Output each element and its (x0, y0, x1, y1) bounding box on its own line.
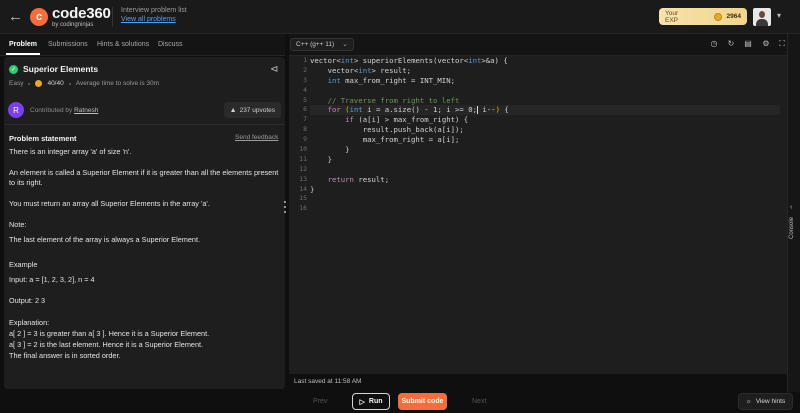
console-label[interactable]: Console (789, 217, 795, 239)
settings-gear-icon[interactable]: ⚙ (761, 39, 771, 49)
language-select[interactable]: C++ (g++ 11) ⌄ (290, 38, 354, 51)
avg-time: Average time to solve is 30m (75, 80, 160, 87)
code-line: max_from_right = a[i]; (310, 135, 460, 145)
statement-line: Input: a = [1, 2, 3, 2], n = 4 (9, 275, 95, 284)
play-icon: ▷ (359, 398, 365, 406)
next-button[interactable]: Next (472, 398, 486, 405)
lightbulb-icon: ☼ (745, 398, 752, 405)
code-line-active: for (int i = a.size() - 1; i >= 0; i--) … (310, 105, 780, 116)
header-divider (112, 7, 113, 27)
chevron-left-icon[interactable]: ‹ (790, 204, 792, 211)
problem-statement-heading: Problem statement (9, 134, 77, 143)
statement-line: The final answer is in sorted order. (9, 351, 121, 360)
logo-brand: code360 (52, 5, 111, 22)
last-saved-status: Last saved at 11:58 AM (294, 378, 362, 385)
upvote-button[interactable]: ▲ 237 upvotes (223, 102, 281, 118)
score: 40/40 (47, 80, 64, 87)
problem-tabs: Problem Submissions Hints & solutions Di… (0, 34, 285, 56)
statement-line: There is an integer array 'a' of size 'n… (9, 147, 132, 156)
language-value: C++ (g++ 11) (296, 41, 335, 48)
code-editor[interactable]: 1 2 3 4 5 6 7 8 9 10 11 12 13 14 15 16 v… (289, 56, 787, 374)
statement-line: An element is called a Superior Element … (9, 168, 279, 188)
statement-line: Example (9, 260, 38, 269)
code-lines: vector<int> superiorElements(vector<int>… (310, 56, 780, 214)
exp-value: 2964 (726, 13, 741, 20)
coin-icon (713, 12, 722, 21)
code-line: result.push_back(a[i]); (310, 125, 464, 135)
run-button[interactable]: ▷ Run (352, 393, 390, 410)
chevron-down-icon[interactable]: ▾ (777, 11, 781, 20)
statement-line: Explanation: (9, 318, 50, 327)
active-tab-indicator (6, 53, 40, 55)
code-line: vector<int> superiorElements(vector<int>… (310, 56, 508, 65)
contributor-row: R Contributed by Ratnesh ▲ 237 upvotes (8, 100, 281, 120)
code-line: } (310, 154, 332, 164)
logo-mark-icon: c (30, 8, 48, 26)
coin-icon (35, 80, 43, 87)
breadcrumb-label: Interview problem list (121, 7, 187, 14)
breadcrumb: Interview problem list View all problems (121, 7, 187, 24)
statement-line: Output: 2 3 (9, 296, 46, 305)
exp-badge[interactable]: Your EXP 2964 (659, 8, 747, 25)
contributor-avatar: R (8, 102, 24, 118)
contributed-by-label: Contributed by (30, 107, 73, 114)
code-line: } (310, 184, 315, 194)
back-arrow-icon[interactable]: ← (8, 9, 24, 25)
problem-title: Superior Elements (23, 64, 99, 74)
code-line: // Traverse from right to left (327, 95, 460, 105)
contributor-link[interactable]: Ratnesh (74, 107, 98, 114)
submit-code-button[interactable]: Submit code (398, 393, 447, 410)
difficulty: Easy (9, 80, 24, 87)
format-icon[interactable]: ▤ (743, 39, 753, 49)
timer-icon[interactable]: ◷ (709, 39, 719, 49)
tab-problem[interactable]: Problem (9, 41, 37, 48)
solved-check-icon: ✓ (9, 64, 18, 74)
fullscreen-icon[interactable]: ⛶ (777, 39, 787, 49)
code-line: int max_from_right = INT_MIN; (327, 75, 455, 85)
drag-handle-icon[interactable] (284, 201, 286, 213)
logo-sub: by codingninjas (52, 22, 94, 28)
statement-line: You must return an array all Superior El… (9, 199, 210, 208)
code360-logo[interactable]: c code360 by codingninjas (30, 6, 111, 28)
tab-submissions[interactable]: Submissions (48, 41, 88, 48)
problem-meta: Easy 40/40 Average time to solve is 30m (9, 80, 159, 87)
code-line: return result; (327, 174, 390, 184)
code-line: if (a[i] > max_from_right) { (345, 115, 469, 125)
divider (4, 124, 285, 125)
prev-button[interactable]: Prev (313, 398, 327, 405)
view-hints-label: View hints (755, 398, 786, 405)
code-line: } (310, 145, 350, 155)
tab-discuss[interactable]: Discuss (158, 41, 183, 48)
upvote-count: 237 upvotes (239, 106, 275, 114)
view-hints-button[interactable]: ☼ View hints (738, 393, 793, 410)
problem-panel: ✓ Superior Elements ⊲ Easy 40/40 Average… (4, 57, 285, 389)
tab-hints-solutions[interactable]: Hints & solutions (97, 41, 149, 48)
reset-icon[interactable]: ↻ (726, 39, 736, 49)
statement-line: a[ 2 ] = 3 is greater than a[ 3 ]. Hence… (9, 329, 210, 338)
console-toggle[interactable] (787, 34, 800, 394)
chevron-down-icon: ⌄ (342, 41, 348, 48)
statement-line: a[ 3 ] = 2 is the last element. Hence it… (9, 340, 204, 349)
send-feedback-link[interactable]: Send feedback (235, 134, 278, 141)
statement-line: The last element of the array is always … (9, 235, 201, 244)
user-avatar[interactable] (753, 8, 771, 26)
view-all-problems-link[interactable]: View all problems (121, 16, 187, 24)
statement-line: Note: (9, 220, 27, 229)
run-label: Run (368, 398, 383, 405)
share-icon[interactable]: ⊲ (270, 64, 278, 75)
exp-label: Your EXP (665, 9, 679, 24)
code-line: vector<int> result; (310, 65, 412, 75)
line-numbers: 1 2 3 4 5 6 7 8 9 10 11 12 13 14 15 16 (299, 56, 307, 213)
upvote-icon: ▲ (229, 106, 237, 114)
